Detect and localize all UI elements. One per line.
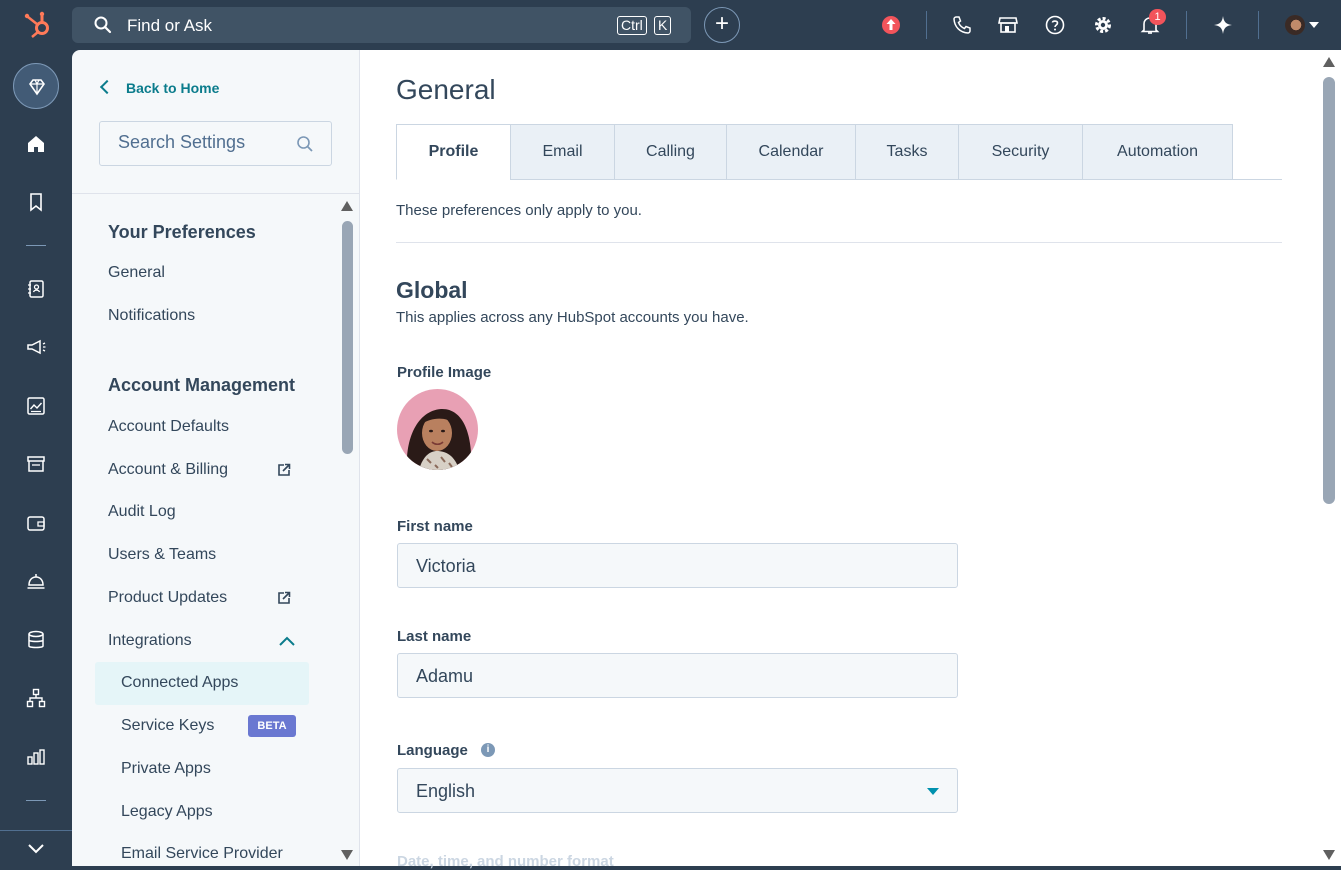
sidebar-item-account-defaults[interactable]: Account Defaults — [108, 418, 229, 436]
date-time-format-label: Date, time, and number format — [397, 853, 614, 870]
top-navigation-bar: Find or Ask Ctrl K + 1 — [0, 0, 1341, 50]
hubspot-logo-icon[interactable] — [22, 9, 54, 41]
global-search-bar[interactable]: Find or Ask Ctrl K — [72, 7, 691, 43]
topbar-divider — [1186, 11, 1187, 39]
global-section-description: This applies across any HubSpot accounts… — [396, 309, 749, 326]
external-link-icon — [278, 591, 291, 604]
diamond-icon — [29, 79, 45, 96]
preferences-note: These preferences only apply to you. — [396, 202, 642, 219]
rail-divider — [26, 800, 46, 801]
rail-divider — [26, 245, 46, 246]
sidebar-item-integrations[interactable]: Integrations — [108, 632, 192, 650]
tab-tasks[interactable]: Tasks — [855, 124, 959, 180]
sidebar-item-account-billing[interactable]: Account & Billing — [108, 461, 228, 479]
marketplace-icon[interactable] — [996, 13, 1020, 37]
scroll-up-arrow[interactable] — [1323, 57, 1335, 67]
settings-sidebar: Back to Home Your Preferences General No… — [72, 50, 360, 866]
reporting-bar-chart-icon[interactable] — [24, 745, 48, 769]
sidebar-item-users-teams[interactable]: Users & Teams — [108, 546, 216, 564]
tab-profile[interactable]: Profile — [396, 124, 511, 180]
chevron-down-icon — [28, 844, 44, 854]
dropdown-caret-icon — [927, 788, 939, 795]
settings-search-field[interactable] — [99, 121, 332, 166]
profile-photo-icon — [397, 389, 478, 470]
shortcut-key-ctrl: Ctrl — [617, 16, 647, 35]
main-content: General Profile Email Calling Calendar T… — [360, 50, 1341, 870]
home-icon[interactable] — [24, 132, 48, 156]
rail-expand-button[interactable] — [0, 830, 72, 866]
sidebar-item-service-keys[interactable]: Service Keys — [121, 717, 214, 735]
scroll-down-arrow[interactable] — [341, 850, 353, 860]
main-scrollbar[interactable] — [1323, 77, 1335, 504]
last-name-field[interactable]: Adamu — [397, 653, 958, 698]
phone-icon[interactable] — [950, 13, 974, 37]
section-title-your-preferences: Your Preferences — [108, 222, 256, 242]
first-name-field[interactable]: Victoria — [397, 543, 958, 588]
chevron-left-icon — [99, 79, 115, 95]
topbar-divider — [1258, 11, 1259, 39]
tab-security[interactable]: Security — [958, 124, 1083, 180]
search-icon — [297, 136, 313, 152]
last-name-label: Last name — [397, 628, 472, 645]
chevron-up-icon[interactable] — [278, 635, 296, 647]
help-icon[interactable] — [1043, 13, 1067, 37]
database-icon[interactable] — [24, 628, 48, 652]
service-bell-icon[interactable] — [24, 569, 48, 593]
tab-email[interactable]: Email — [510, 124, 615, 180]
section-title-account-management: Account Management — [108, 375, 296, 395]
scroll-down-arrow[interactable] — [1323, 850, 1335, 860]
sidebar-item-email-service-provider[interactable]: Email Service Provider — [121, 845, 283, 863]
upgrade-icon[interactable] — [879, 13, 903, 37]
marketing-megaphone-icon[interactable] — [24, 335, 48, 359]
left-navigation-rail — [0, 50, 72, 866]
commerce-store-icon[interactable] — [24, 452, 48, 476]
sidebar-item-notifications[interactable]: Notifications — [108, 307, 195, 325]
tab-calling[interactable]: Calling — [614, 124, 727, 180]
sidebar-scrollbar[interactable] — [342, 221, 353, 454]
scroll-up-arrow[interactable] — [341, 201, 353, 211]
shortcut-key-k: K — [654, 16, 672, 35]
wallet-icon[interactable] — [24, 511, 48, 535]
create-new-button[interactable]: + — [704, 7, 740, 43]
settings-gear-icon[interactable] — [1091, 13, 1115, 37]
org-chart-icon[interactable] — [24, 686, 48, 710]
profile-image-avatar[interactable] — [397, 389, 478, 470]
sidebar-item-legacy-apps[interactable]: Legacy Apps — [121, 803, 213, 821]
language-selected-value: English — [416, 781, 476, 801]
page-title: General — [396, 74, 496, 105]
tab-calendar[interactable]: Calendar — [726, 124, 856, 180]
account-avatar-menu[interactable] — [1285, 15, 1321, 37]
ai-sparkle-icon[interactable] — [1211, 13, 1235, 37]
search-icon — [94, 16, 112, 34]
external-link-icon — [278, 463, 291, 476]
sidebar-item-general[interactable]: General — [108, 264, 165, 282]
profile-image-label: Profile Image — [397, 364, 492, 381]
sidebar-item-product-updates[interactable]: Product Updates — [108, 589, 227, 607]
avatar — [1285, 15, 1305, 35]
tab-automation[interactable]: Automation — [1082, 124, 1233, 180]
bookmark-icon[interactable] — [24, 190, 48, 214]
back-to-home-link[interactable]: Back to Home — [99, 79, 220, 96]
global-section-title: Global — [396, 277, 468, 303]
settings-search-input[interactable] — [118, 132, 288, 153]
notification-count-badge: 1 — [1149, 9, 1166, 25]
first-name-label: First name — [397, 518, 473, 535]
rail-favorites-button[interactable] — [13, 63, 59, 109]
sidebar-item-connected-apps[interactable]: Connected Apps — [121, 674, 238, 692]
topbar-divider — [926, 11, 927, 39]
beta-badge: BETA — [248, 715, 296, 737]
back-to-home-label: Back to Home — [126, 80, 220, 96]
section-divider — [396, 242, 1282, 243]
content-icon[interactable] — [24, 394, 48, 418]
contacts-icon[interactable] — [24, 277, 48, 301]
language-select[interactable]: English — [397, 768, 958, 813]
chevron-down-icon — [1309, 22, 1319, 28]
info-icon[interactable]: i — [481, 743, 495, 757]
sidebar-item-audit-log[interactable]: Audit Log — [108, 503, 176, 521]
global-search-label: Find or Ask — [127, 16, 213, 35]
sidebar-item-private-apps[interactable]: Private Apps — [121, 760, 211, 778]
language-label: Language — [397, 742, 468, 759]
sidebar-divider — [72, 193, 359, 194]
